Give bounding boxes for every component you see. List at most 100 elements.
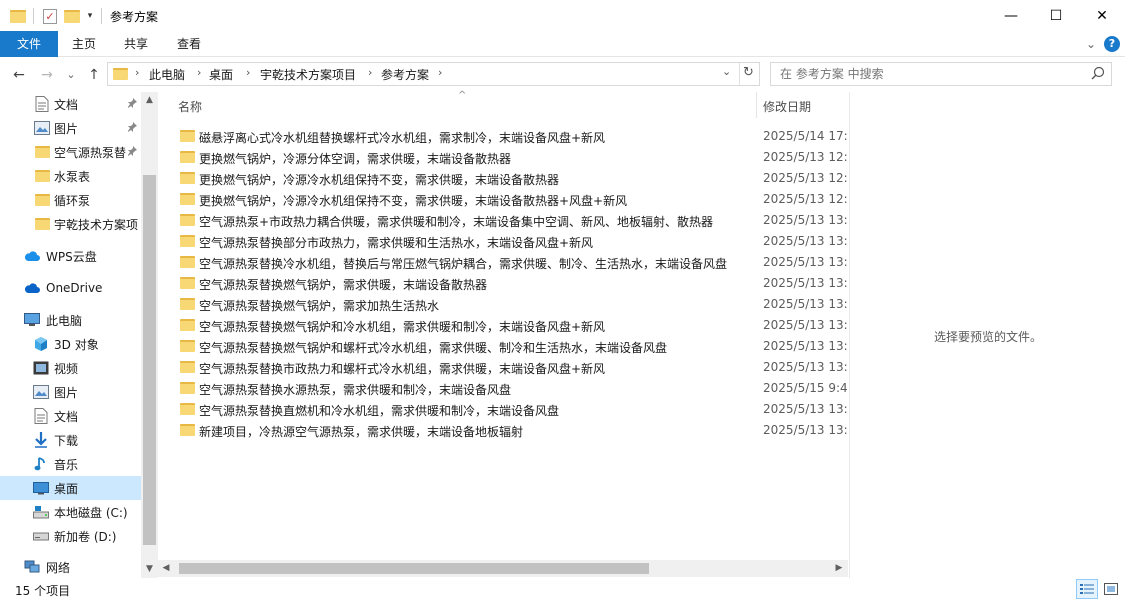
tab-view[interactable]: 查看: [168, 31, 210, 57]
pin-icon[interactable]: [127, 97, 137, 111]
close-button[interactable]: ✕: [1079, 0, 1125, 31]
nav-item-pc[interactable]: 文档: [0, 404, 141, 428]
breadcrumb-current[interactable]: 参考方案: [381, 66, 429, 83]
nav-item-this-pc[interactable]: 此电脑: [0, 308, 141, 332]
file-row[interactable]: 磁悬浮离心式冷水机组替换螺杆式冷水机组，需求制冷，末端设备风盘+新风 2025/5…: [158, 126, 848, 147]
file-name: 更换燃气锅炉，冷源冷水机组保持不变，需求供暖，末端设备散热器+风盘+新风: [199, 194, 628, 208]
nav-item-pc[interactable]: 桌面: [0, 476, 141, 500]
scroll-thumb[interactable]: [179, 563, 649, 574]
scroll-right-arrow[interactable]: ▶: [831, 560, 847, 577]
downloads-icon: [33, 432, 49, 448]
file-row[interactable]: 空气源热泵替换燃气锅炉，需求供暖，末端设备散热器 2025/5/13 13:0: [158, 273, 848, 294]
breadcrumb-separator[interactable]: ›: [197, 66, 201, 79]
help-icon[interactable]: ?: [1104, 36, 1120, 52]
horizontal-scrollbar[interactable]: ◀ ▶: [158, 560, 848, 577]
nav-item-pc[interactable]: 下载: [0, 428, 141, 452]
quick-access-item[interactable]: 宇乾技术方案项: [0, 212, 141, 236]
back-button[interactable]: ←: [10, 65, 28, 85]
file-row[interactable]: 更换燃气锅炉，冷源分体空调，需求供暖，末端设备散热器 2025/5/13 12:5: [158, 147, 848, 168]
file-row[interactable]: 空气源热泵替换燃气锅炉和冷水机组，需求供暖和制冷，末端设备风盘+新风 2025/5…: [158, 315, 848, 336]
nav-item-onedrive[interactable]: OneDrive: [0, 276, 141, 300]
file-row[interactable]: 空气源热泵替换市政热力和螺杆式冷水机组，需求供暖，末端设备风盘+新风 2025/5…: [158, 357, 848, 378]
breadcrumb-separator[interactable]: ›: [438, 66, 442, 79]
scroll-thumb[interactable]: [143, 175, 156, 545]
scroll-down-arrow[interactable]: ▼: [141, 561, 158, 578]
maximize-button[interactable]: ☐: [1033, 0, 1079, 31]
file-row[interactable]: 空气源热泵替换水源热泵，需求供暖和制冷，末端设备风盘 2025/5/15 9:4: [158, 378, 848, 399]
up-button[interactable]: ↑: [85, 65, 103, 85]
nav-item-pc[interactable]: 图片: [0, 380, 141, 404]
folder-icon: [180, 382, 195, 397]
nav-item-pc[interactable]: 3D 对象: [0, 332, 141, 356]
folder-icon: [34, 192, 50, 208]
folder-icon: [34, 144, 50, 160]
tab-file[interactable]: 文件: [0, 31, 58, 57]
quick-access-item[interactable]: 空气源热泵替: [0, 140, 141, 164]
file-name: 更换燃气锅炉，冷源冷水机组保持不变，需求供暖，末端设备散热器: [199, 173, 560, 187]
breadcrumb-separator[interactable]: ›: [246, 66, 250, 79]
search-input[interactable]: [771, 63, 1081, 85]
large-icons-view-button[interactable]: [1100, 579, 1122, 599]
file-row[interactable]: 更换燃气锅炉，冷源冷水机组保持不变，需求供暖，末端设备散热器 2025/5/13 …: [158, 168, 848, 189]
forward-button[interactable]: →: [38, 65, 56, 85]
address-bar[interactable]: › 此电脑 › 桌面 › 宇乾技术方案项目 › 参考方案 › ⌄ ↻: [107, 62, 760, 86]
folder-icon: [180, 214, 195, 229]
new-folder-icon[interactable]: [63, 6, 81, 26]
minimize-button[interactable]: —: [988, 0, 1034, 31]
tab-share[interactable]: 共享: [115, 31, 157, 57]
address-dropdown-button[interactable]: ⌄: [722, 65, 731, 78]
refresh-button[interactable]: ↻: [743, 65, 754, 80]
nav-item-network[interactable]: 网络: [0, 555, 141, 579]
file-row[interactable]: 空气源热泵替换燃气锅炉，需求加热生活热水 2025/5/13 13:3: [158, 294, 848, 315]
file-row[interactable]: 更换燃气锅炉，冷源冷水机组保持不变，需求供暖，末端设备散热器+风盘+新风 2025…: [158, 189, 848, 210]
breadcrumb-separator[interactable]: ›: [368, 66, 372, 79]
nav-item-label: 图片: [54, 121, 79, 136]
file-row[interactable]: 空气源热泵+市政热力耦合供暖，需求供暖和制冷，末端设备集中空调、新风、地板辐射、…: [158, 210, 848, 231]
nav-scrollbar[interactable]: ▲ ▼: [141, 92, 158, 578]
nav-item-pc[interactable]: 视频: [0, 356, 141, 380]
quick-access-item[interactable]: 文档: [0, 92, 141, 116]
file-row[interactable]: 空气源热泵替换燃气锅炉和螺杆式冷水机组，需求供暖、制冷和生活热水，末端设备风盘 2…: [158, 336, 848, 357]
nav-item-wps-cloud[interactable]: WPS云盘: [0, 244, 141, 268]
scroll-left-arrow[interactable]: ◀: [158, 560, 174, 577]
column-header-modified[interactable]: 修改日期: [763, 98, 811, 115]
quick-access-item[interactable]: 水泵表: [0, 164, 141, 188]
file-row[interactable]: 空气源热泵替换冷水机组，替换后与常压燃气锅炉耦合，需求供暖、制冷、生活热水，末端…: [158, 252, 848, 273]
file-name: 空气源热泵替换燃气锅炉，需求供暖，末端设备散热器: [199, 278, 488, 292]
folder-icon: [180, 193, 195, 208]
breadcrumb-desktop[interactable]: 桌面: [209, 66, 233, 83]
file-row[interactable]: 新建项目，冷热源空气源热泵，需求供暖，末端设备地板辐射 2025/5/13 13:…: [158, 420, 848, 441]
column-header-name[interactable]: 名称: [178, 98, 202, 115]
file-row[interactable]: 空气源热泵替换直燃机和冷水机组，需求供暖和制冷，末端设备风盘 2025/5/13 …: [158, 399, 848, 420]
file-modified-date: 2025/5/13 12:5: [763, 171, 848, 185]
pin-icon[interactable]: [127, 121, 137, 135]
nav-item-pc[interactable]: 本地磁盘 (C:): [0, 500, 141, 524]
folder-icon: [9, 6, 27, 26]
customize-quick-access-icon[interactable]: ▾: [84, 6, 96, 26]
file-modified-date: 2025/5/13 13:2: [763, 423, 848, 437]
file-modified-date: 2025/5/14 17:3: [763, 129, 848, 143]
quick-access-item[interactable]: 图片: [0, 116, 141, 140]
properties-icon[interactable]: ✓: [41, 6, 59, 26]
file-row[interactable]: 空气源热泵替换部分市政热力，需求供暖和生活热水，末端设备风盘+新风 2025/5/…: [158, 231, 848, 252]
nav-item-label: WPS云盘: [46, 249, 97, 264]
breadcrumb-separator[interactable]: ›: [135, 66, 139, 79]
breadcrumb-this-pc[interactable]: 此电脑: [149, 66, 185, 83]
pin-icon[interactable]: [127, 145, 137, 159]
breadcrumb-project[interactable]: 宇乾技术方案项目: [260, 66, 356, 83]
expand-ribbon-button[interactable]: ⌄: [1083, 31, 1099, 57]
folder-icon: [180, 172, 195, 187]
file-modified-date: 2025/5/13 13:3: [763, 318, 848, 332]
folder-icon: [180, 361, 195, 376]
column-separator[interactable]: [756, 92, 757, 118]
search-icon[interactable]: [1091, 66, 1105, 80]
nav-item-pc[interactable]: 新加卷 (D:): [0, 524, 141, 548]
search-box[interactable]: [770, 62, 1112, 86]
quick-access-item[interactable]: 循环泵: [0, 188, 141, 212]
scroll-up-arrow[interactable]: ▲: [141, 92, 158, 109]
file-modified-date: 2025/5/13 12:5: [763, 192, 848, 206]
nav-item-pc[interactable]: 音乐: [0, 452, 141, 476]
tab-home[interactable]: 主页: [63, 31, 105, 57]
recent-locations-button[interactable]: ⌄: [64, 65, 78, 85]
details-view-button[interactable]: [1076, 579, 1098, 599]
